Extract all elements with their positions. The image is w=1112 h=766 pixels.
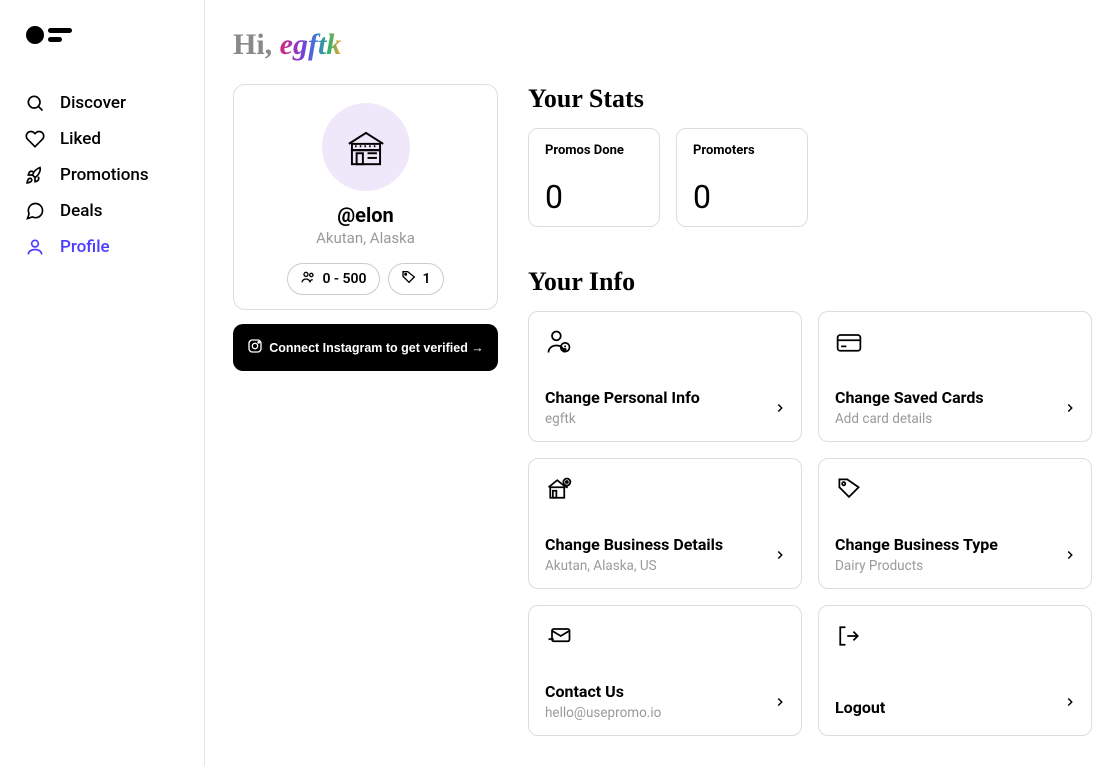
tags-count: 1	[423, 271, 431, 287]
sidebar-item-liked[interactable]: Liked	[24, 128, 180, 150]
stats-title: Your Stats	[528, 84, 1092, 114]
chevron-right-icon	[1063, 547, 1077, 566]
logout-icon	[835, 622, 1075, 654]
chevron-right-icon	[1063, 400, 1077, 419]
instagram-icon	[247, 338, 263, 357]
right-column: Your Stats Promos Done 0 Promoters 0 You…	[528, 84, 1092, 736]
stat-value: 0	[545, 178, 643, 216]
card-title: Change Business Type	[835, 535, 1075, 554]
tag-icon	[401, 269, 417, 289]
card-title: Contact Us	[545, 682, 785, 701]
info-grid: Change Personal Info egftk Change Saved …	[528, 311, 1092, 736]
store-pin-icon	[545, 475, 785, 507]
sidebar-item-deals[interactable]: Deals	[24, 200, 180, 222]
nav: Discover Liked Promotions Deals	[24, 92, 180, 258]
stats-row: Promos Done 0 Promoters 0	[528, 128, 1092, 227]
card-sub: egftk	[545, 411, 785, 427]
card-title: Change Saved Cards	[835, 388, 1075, 407]
chevron-right-icon	[1063, 694, 1077, 713]
heart-icon	[24, 128, 46, 150]
card-title: Change Business Details	[545, 535, 785, 554]
sidebar-item-label: Profile	[60, 237, 110, 257]
chevron-right-icon	[773, 694, 787, 713]
pills: 0 - 500 1	[248, 263, 483, 295]
card-saved-cards[interactable]: Change Saved Cards Add card details	[818, 311, 1092, 442]
stat-promos-done: Promos Done 0	[528, 128, 660, 227]
sidebar-item-label: Promotions	[60, 165, 149, 185]
rocket-icon	[24, 164, 46, 186]
sidebar: Discover Liked Promotions Deals	[0, 0, 205, 766]
connect-label: Connect Instagram to get verified →	[269, 341, 484, 355]
user-icon	[24, 236, 46, 258]
card-business-details[interactable]: Change Business Details Akutan, Alaska, …	[528, 458, 802, 589]
profile-card: @elon Akutan, Alaska 0 - 500	[233, 84, 498, 310]
greeting-name: egftk	[280, 28, 342, 61]
sidebar-item-label: Liked	[60, 129, 101, 149]
logo-lines	[48, 28, 72, 42]
tags-pill: 1	[388, 263, 444, 295]
card-sub: hello@usepromo.io	[545, 705, 785, 721]
card-title: Logout	[835, 698, 1075, 717]
card-logout[interactable]: Logout	[818, 605, 1092, 736]
user-info-icon	[545, 328, 785, 360]
sidebar-item-label: Deals	[60, 201, 102, 221]
card-personal-info[interactable]: Change Personal Info egftk	[528, 311, 802, 442]
tag-icon	[835, 475, 1075, 507]
chat-icon	[24, 200, 46, 222]
people-icon	[300, 269, 316, 289]
card-sub: Akutan, Alaska, US	[545, 558, 785, 574]
stat-promoters: Promoters 0	[676, 128, 808, 227]
followers-range: 0 - 500	[322, 271, 366, 287]
sidebar-item-discover[interactable]: Discover	[24, 92, 180, 114]
logo	[26, 26, 180, 44]
stat-value: 0	[693, 178, 791, 216]
connect-instagram-button[interactable]: Connect Instagram to get verified →	[233, 324, 498, 371]
credit-card-icon	[835, 328, 1075, 360]
card-sub: Add card details	[835, 411, 1075, 427]
followers-pill: 0 - 500	[287, 263, 379, 295]
mail-hand-icon	[545, 622, 785, 654]
location: Akutan, Alaska	[248, 229, 483, 247]
sidebar-item-label: Discover	[60, 93, 126, 113]
avatar	[322, 103, 410, 191]
stat-label: Promos Done	[545, 143, 643, 158]
card-sub: Dairy Products	[835, 558, 1075, 574]
card-title: Change Personal Info	[545, 388, 785, 407]
profile-column: @elon Akutan, Alaska 0 - 500	[233, 84, 498, 371]
handle: @elon	[248, 203, 483, 227]
search-icon	[24, 92, 46, 114]
card-business-type[interactable]: Change Business Type Dairy Products	[818, 458, 1092, 589]
chevron-right-icon	[773, 547, 787, 566]
info-title: Your Info	[528, 267, 1092, 297]
sidebar-item-profile[interactable]: Profile	[24, 236, 180, 258]
main: Hi, egftk	[205, 0, 1112, 766]
stat-label: Promoters	[693, 143, 791, 158]
card-contact-us[interactable]: Contact Us hello@usepromo.io	[528, 605, 802, 736]
greeting: Hi, egftk	[233, 28, 1092, 62]
sidebar-item-promotions[interactable]: Promotions	[24, 164, 180, 186]
greeting-prefix: Hi,	[233, 28, 280, 61]
chevron-right-icon	[773, 400, 787, 419]
logo-dot	[26, 26, 44, 44]
